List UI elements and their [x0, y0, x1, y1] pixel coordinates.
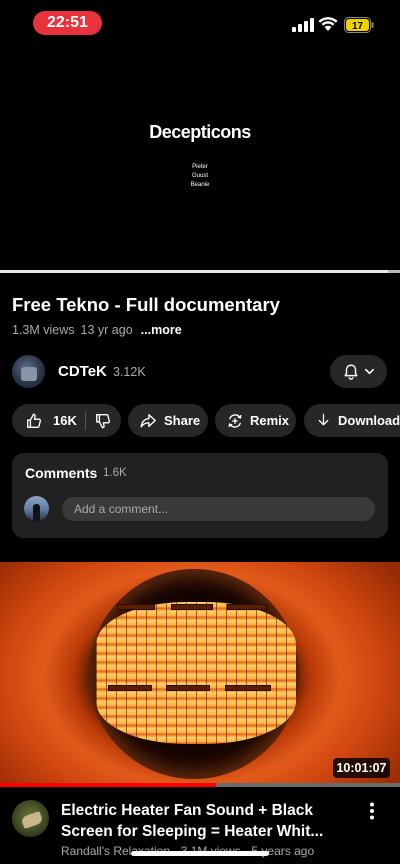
signal-icon — [292, 18, 314, 32]
credit-line: Guust — [191, 173, 208, 179]
battery-level: 17 — [352, 21, 364, 32]
like-dislike-group: 16K — [12, 404, 121, 437]
grill-slot — [108, 685, 152, 691]
wifi-icon — [318, 17, 338, 31]
grill-slot — [166, 685, 210, 691]
channel-avatar[interactable] — [12, 355, 45, 388]
chevron-down-icon — [365, 368, 374, 375]
download-button[interactable]: Download — [304, 404, 400, 437]
thumbs-up-icon[interactable] — [25, 412, 43, 430]
like-count[interactable]: 16K — [53, 413, 77, 428]
next-video-title[interactable]: Electric Heater Fan Sound + Black Screen… — [61, 800, 361, 842]
video-duration-badge: 10:01:07 — [333, 758, 390, 778]
download-icon — [318, 413, 329, 426]
remix-icon — [228, 413, 242, 428]
bell-icon — [344, 364, 358, 380]
upload-age: 13 yr ago — [80, 323, 133, 337]
status-time[interactable]: 22:51 — [33, 11, 102, 35]
comments-count: 1.6K — [103, 467, 127, 479]
grill-slot — [117, 604, 155, 610]
grill-slot — [227, 604, 267, 610]
remix-button[interactable]: Remix — [215, 404, 296, 437]
grill-slot — [171, 604, 213, 610]
watch-progress-fill — [0, 783, 216, 787]
next-channel-avatar[interactable] — [12, 800, 49, 837]
video-title[interactable]: Free Tekno - Full documentary — [12, 294, 280, 316]
video-meta[interactable]: 1.3M views 13 yr ago ...more — [12, 323, 182, 337]
like-divider — [84, 411, 86, 430]
share-label: Share — [164, 413, 201, 428]
add-comment-input[interactable]: Add a comment... — [62, 497, 375, 521]
video-player[interactable]: Decepticons Pieter Guust Beanie — [0, 50, 400, 272]
next-video-thumbnail[interactable] — [0, 562, 400, 784]
more-options-icon[interactable] — [362, 801, 382, 821]
remix-label: Remix — [250, 413, 290, 428]
status-bar: 22:51 17 — [0, 0, 400, 50]
comments-label: Comments — [25, 465, 98, 481]
video-frame-title: Decepticons — [149, 122, 251, 142]
comments-section[interactable]: Comments 1.6K Add a comment... — [12, 453, 388, 538]
subscriber-count: 3.12K — [113, 365, 146, 379]
more-link[interactable]: ...more — [141, 323, 182, 337]
video-frame-credits: Pieter Guust Beanie — [0, 163, 400, 190]
share-icon — [140, 413, 156, 428]
grill-slot — [225, 685, 271, 691]
credit-line: Beanie — [190, 182, 210, 188]
home-indicator[interactable] — [131, 851, 269, 856]
download-label: Download — [338, 413, 400, 428]
heater-grill-bars — [96, 602, 296, 744]
share-button[interactable]: Share — [128, 404, 208, 437]
player-progress-fill — [0, 270, 388, 273]
credit-line: Pieter — [192, 164, 208, 170]
battery-icon: 17 — [344, 17, 374, 33]
player-progress-bar[interactable] — [0, 270, 400, 273]
channel-name[interactable]: CDTeK — [58, 363, 107, 380]
notification-bell-button[interactable] — [330, 355, 387, 388]
thumbs-down-icon[interactable] — [94, 412, 112, 430]
watch-progress-bar — [0, 783, 400, 787]
user-avatar — [24, 496, 49, 521]
view-count: 1.3M views — [12, 323, 75, 337]
